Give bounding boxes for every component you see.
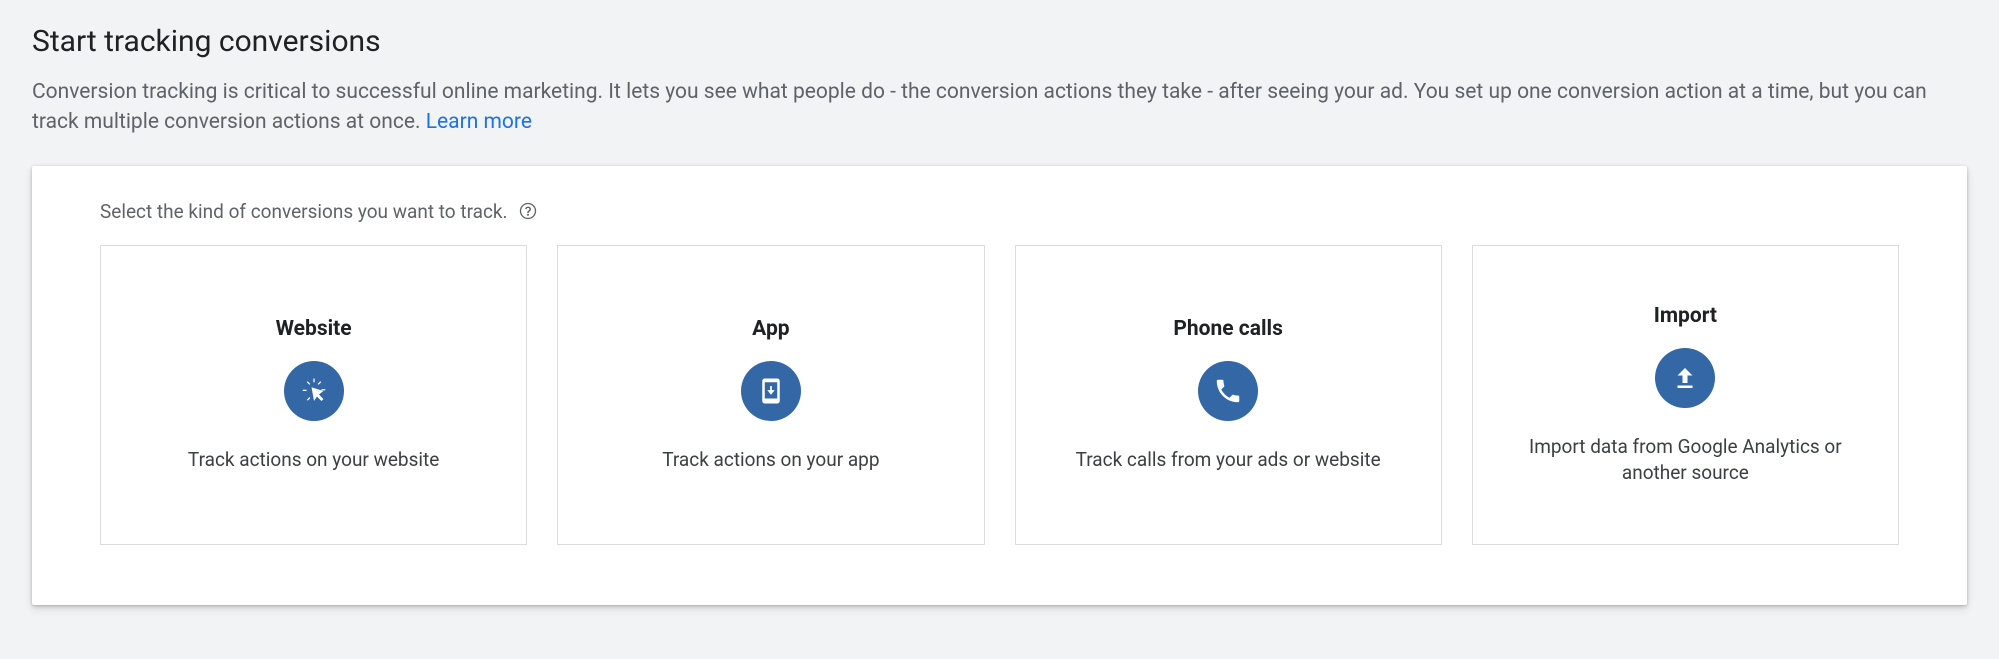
page-description-text: Conversion tracking is critical to succe… (32, 80, 1927, 134)
conversion-type-cards: Website Track actions on your website Ap… (100, 245, 1899, 545)
card-app[interactable]: App Track actions on your app (557, 245, 984, 545)
page-description: Conversion tracking is critical to succe… (32, 77, 1952, 138)
upload-icon (1655, 348, 1715, 408)
card-description: Track calls from your ads or website (1076, 447, 1381, 473)
cursor-click-icon (284, 361, 344, 421)
card-description: Import data from Google Analytics or ano… (1499, 434, 1872, 485)
card-website[interactable]: Website Track actions on your website (100, 245, 527, 545)
instruction-row: Select the kind of conversions you want … (100, 200, 1899, 223)
instruction-text: Select the kind of conversions you want … (100, 200, 508, 223)
card-title: Website (276, 317, 352, 341)
card-import[interactable]: Import Import data from Google Analytics… (1472, 245, 1899, 545)
card-title: Phone calls (1173, 317, 1283, 341)
phone-icon (1198, 361, 1258, 421)
learn-more-link[interactable]: Learn more (426, 110, 532, 134)
selection-panel: Select the kind of conversions you want … (32, 166, 1967, 605)
card-description: Track actions on your website (188, 447, 439, 473)
app-download-icon (741, 361, 801, 421)
card-title: Import (1654, 304, 1717, 328)
card-title: App (752, 317, 789, 341)
page-title: Start tracking conversions (32, 24, 1967, 59)
help-icon[interactable] (518, 201, 538, 221)
card-phone-calls[interactable]: Phone calls Track calls from your ads or… (1015, 245, 1442, 545)
card-description: Track actions on your app (662, 447, 879, 473)
